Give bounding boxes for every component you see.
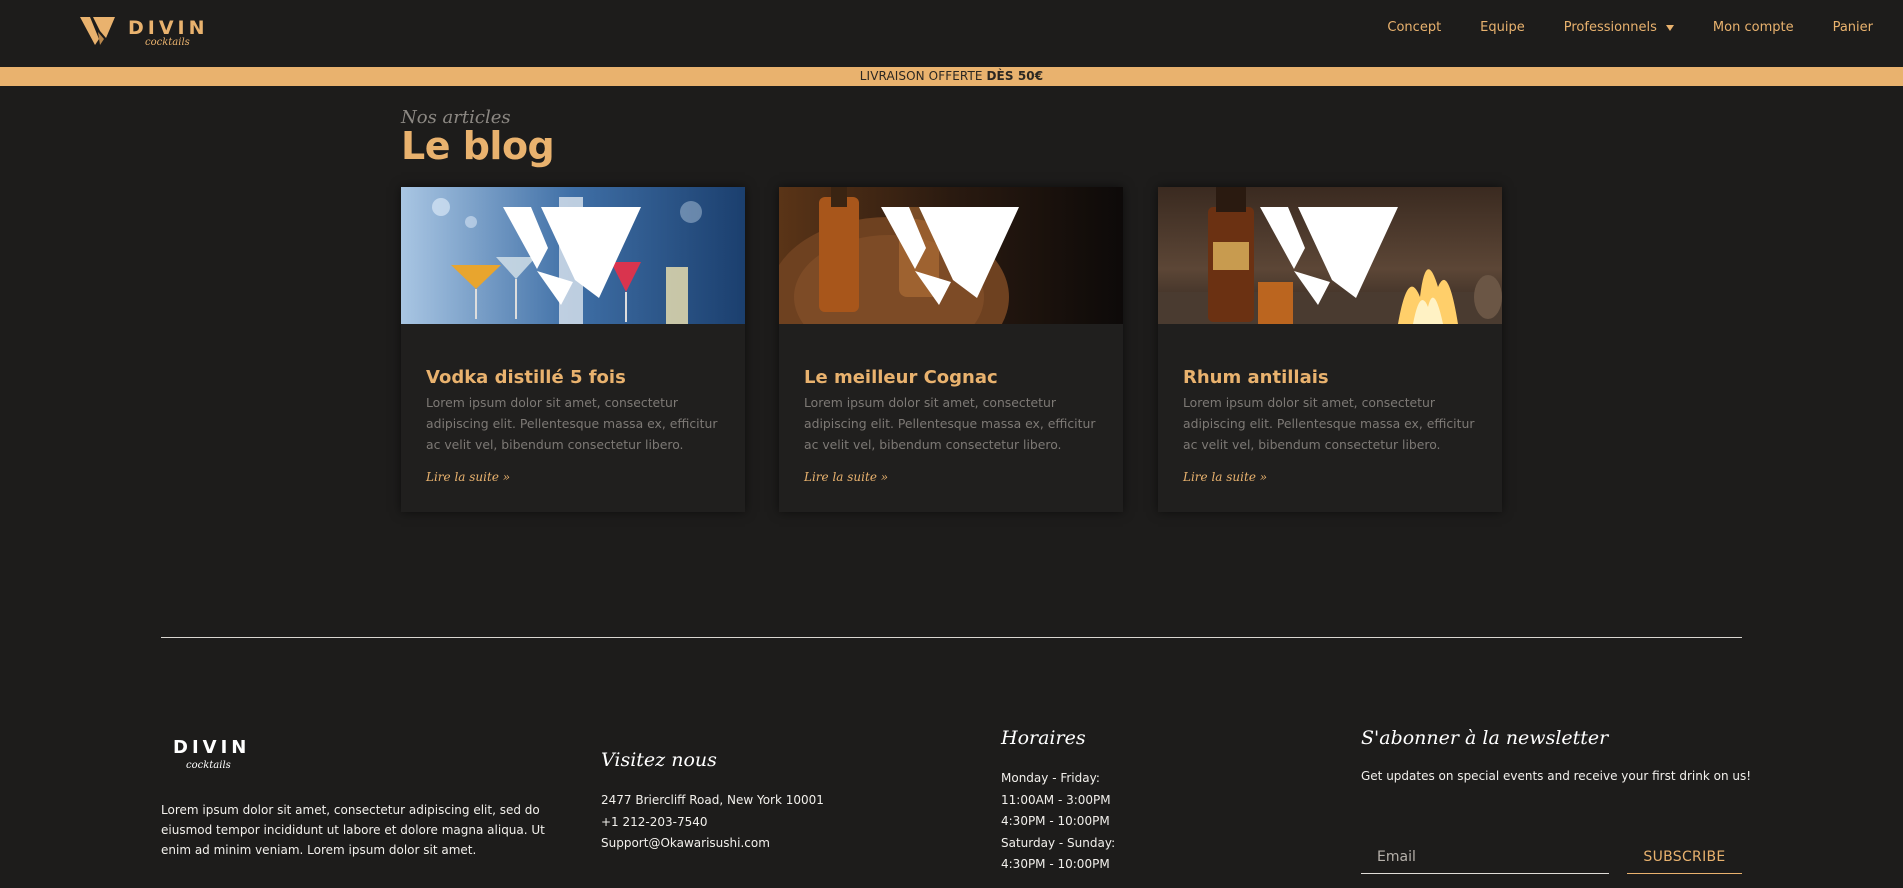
cognac-barrel-image[interactable] xyxy=(779,187,1123,324)
card-excerpt: Lorem ipsum dolor sit amet, consectetur … xyxy=(804,395,1096,452)
vodka-cocktails-image[interactable] xyxy=(401,187,745,324)
footer-divider xyxy=(161,637,1742,638)
blog-card[interactable]: Vodka distillé 5 fois Lorem ipsum dolor … xyxy=(401,187,745,512)
nav-concept[interactable]: Concept xyxy=(1387,20,1441,35)
card-excerpt: Lorem ipsum dolor sit amet, consectetur … xyxy=(426,395,718,452)
footer-logo[interactable]: DIVIN cocktails xyxy=(172,735,258,773)
card-excerpt: Lorem ipsum dolor sit amet, consectetur … xyxy=(1183,395,1475,452)
blog-card[interactable]: Rhum antillais Lorem ipsum dolor sit ame… xyxy=(1158,187,1502,512)
nav-mon-compte[interactable]: Mon compte xyxy=(1713,20,1794,35)
hours-line: 4:30PM - 10:00PM xyxy=(1001,857,1110,871)
footer-about-text: Lorem ipsum dolor sit amet, consectetur … xyxy=(161,803,545,857)
subscribe-button[interactable]: SUBSCRIBE xyxy=(1627,840,1742,874)
nav-panier[interactable]: Panier xyxy=(1833,20,1873,35)
hours-line: Monday - Friday: xyxy=(1001,771,1100,785)
email-link[interactable]: Support@Okawarisushi.com xyxy=(601,833,824,855)
visit-heading: Visitez nous xyxy=(601,749,717,771)
nav-professionnels[interactable]: Professionnels xyxy=(1564,20,1674,35)
logo-wordmark: DIVIN xyxy=(128,17,208,39)
hours-line: 11:00AM - 3:00PM xyxy=(1001,792,1111,807)
hours-heading: Horaires xyxy=(1001,727,1086,749)
rum-fire-image[interactable] xyxy=(1158,187,1502,324)
card-title[interactable]: Le meilleur Cognac xyxy=(804,367,998,388)
logo-script: cocktails xyxy=(145,37,190,46)
nav-equipe[interactable]: Equipe xyxy=(1480,20,1525,35)
divin-logo[interactable]: DIVIN cocktails xyxy=(78,14,208,46)
chevron-down-icon xyxy=(1665,24,1674,31)
address-text: 2477 Briercliff Road, New York 10001 xyxy=(601,793,824,807)
newsletter-heading: S'abonner à la newsletter xyxy=(1361,727,1609,749)
newsletter-description: Get updates on special events and receiv… xyxy=(1361,769,1752,783)
promo-banner: LIVRAISON OFFERTE DÈS 50€ xyxy=(0,67,1903,86)
hours-line: Saturday - Sunday: xyxy=(1001,835,1116,850)
hours-line: 4:30PM - 10:00PM xyxy=(1001,814,1110,828)
main-nav: Concept Equipe Professionnels Mon compte… xyxy=(1348,20,1873,35)
card-title[interactable]: Rhum antillais xyxy=(1183,367,1329,388)
blog-card[interactable]: Le meilleur Cognac Lorem ipsum dolor sit… xyxy=(779,187,1123,512)
hours-list: Monday - Friday: 11:00AM - 3:00PM 4:30PM… xyxy=(1001,768,1115,876)
promo-bold: DÈS 50€ xyxy=(986,69,1044,83)
email-input[interactable] xyxy=(1361,840,1609,874)
read-more-link[interactable]: Lire la suite » xyxy=(1183,470,1267,484)
footer-logo-script: cocktails xyxy=(186,760,231,771)
promo-text: LIVRAISON OFFERTE xyxy=(859,69,987,83)
read-more-link[interactable]: Lire la suite » xyxy=(804,470,888,484)
footer-logo-wordmark: DIVIN xyxy=(173,737,250,758)
card-title[interactable]: Vodka distillé 5 fois xyxy=(426,367,626,388)
blog-title: Le blog xyxy=(401,124,555,168)
visit-info: 2477 Briercliff Road, New York 10001 +1 … xyxy=(601,790,824,855)
site-header: DIVIN cocktails Concept Equipe Professio… xyxy=(0,0,1903,67)
read-more-link[interactable]: Lire la suite » xyxy=(426,470,510,484)
phone-link[interactable]: +1 212-203-7540 xyxy=(601,812,824,834)
